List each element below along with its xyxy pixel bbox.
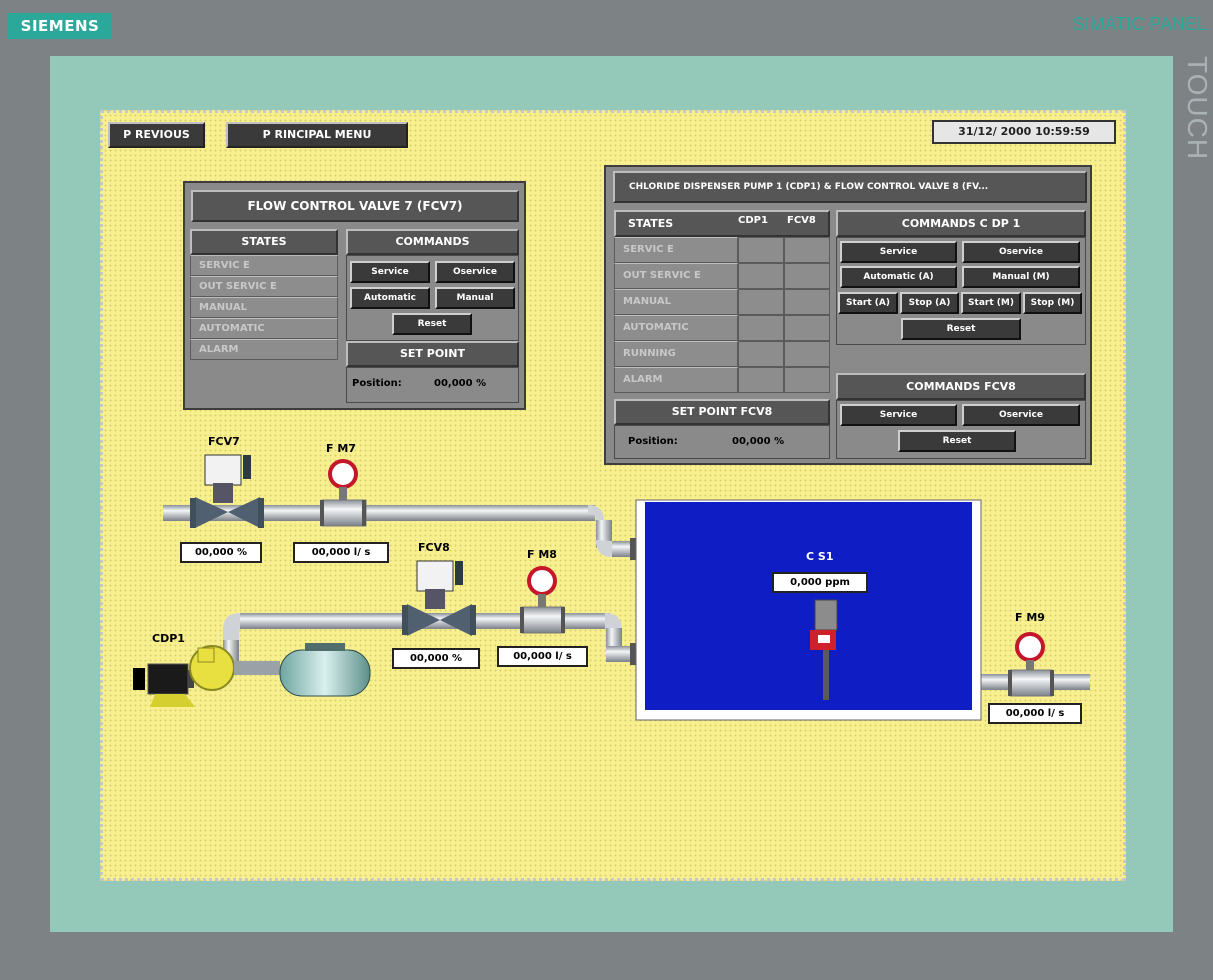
fm9-flowmeter-icon <box>1008 632 1054 697</box>
fm8-flowmeter-icon <box>520 566 565 634</box>
fm8-value-field[interactable]: 00,000 l/ s <box>497 646 588 667</box>
cs1-label: C S1 <box>806 550 834 563</box>
fcv8-value-field[interactable]: 00,000 % <box>392 648 480 669</box>
fcv7-label: FCV7 <box>208 435 240 448</box>
fm7-flowmeter-icon <box>320 459 367 527</box>
tank-cs1 <box>635 499 982 721</box>
fcv8-label: FCV8 <box>418 541 450 554</box>
fm7-value-field[interactable]: 00,000 l/ s <box>293 542 389 563</box>
cdp1-pump-icon <box>133 643 371 707</box>
fcv7-value-field[interactable]: 00,000 % <box>180 542 262 563</box>
fm8-label: F M8 <box>527 548 557 561</box>
fm7-label: F M7 <box>326 442 356 455</box>
fm9-label: F M9 <box>1015 611 1045 624</box>
cdp1-label: CDP1 <box>152 632 185 645</box>
fm9-value-field[interactable]: 00,000 l/ s <box>988 703 1082 724</box>
cs1-value-field[interactable]: 0,000 ppm <box>772 572 868 593</box>
process-diagram <box>133 454 1090 721</box>
